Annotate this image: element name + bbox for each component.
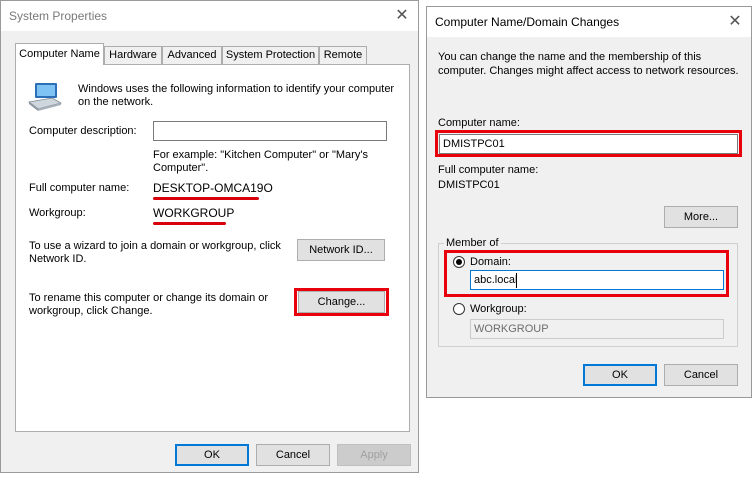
- computer-name-label: Computer name:: [438, 117, 520, 129]
- network-id-button[interactable]: Network ID...: [297, 239, 385, 261]
- description-example-line-1: For example: "Kitchen Computer" or "Mary…: [153, 149, 368, 161]
- full-computer-name-value: DESKTOP-OMCA19O: [153, 181, 273, 195]
- close-icon[interactable]: ✕: [723, 10, 747, 32]
- rename-text-line-1: To rename this computer or change its do…: [29, 292, 269, 304]
- full-computer-name-label: Full computer name:: [438, 164, 539, 176]
- title-bar: System Properties ✕: [1, 1, 418, 31]
- title-bar: Computer Name/Domain Changes ✕: [427, 7, 751, 37]
- full-computer-name-label: Full computer name:: [29, 182, 130, 194]
- tab-remote[interactable]: Remote: [319, 46, 367, 64]
- change-button[interactable]: Change...: [298, 291, 385, 313]
- full-computer-name-value: DMISTPC01: [438, 179, 500, 191]
- intro-text-line-1: Windows uses the following information t…: [78, 83, 395, 95]
- ok-button[interactable]: OK: [583, 364, 657, 386]
- tab-hardware[interactable]: Hardware: [104, 46, 162, 64]
- workgroup-radio[interactable]: [453, 303, 465, 315]
- computer-name-input[interactable]: DMISTPC01: [439, 134, 738, 154]
- rename-text-line-2: workgroup, click Change.: [29, 305, 153, 317]
- computer-name-panel: Windows uses the following information t…: [15, 64, 410, 432]
- wizard-text-line-1: To use a wizard to join a domain or work…: [29, 240, 281, 252]
- domain-radio[interactable]: [453, 256, 465, 268]
- computer-icon: [28, 83, 62, 111]
- workgroup-input[interactable]: WORKGROUP: [470, 319, 724, 339]
- workgroup-label: Workgroup:: [470, 303, 527, 315]
- workgroup-underline: [153, 222, 226, 225]
- tab-advanced[interactable]: Advanced: [162, 46, 222, 64]
- apply-button[interactable]: Apply: [337, 444, 411, 466]
- wizard-text-line-2: Network ID.: [29, 253, 87, 265]
- dialog-title: System Properties: [9, 9, 108, 23]
- full-name-underline: [153, 197, 259, 200]
- intro-text-line-2: on the network.: [78, 96, 154, 108]
- computer-name-domain-changes-dialog: Computer Name/Domain Changes ✕ You can c…: [426, 6, 752, 398]
- text-caret: [516, 273, 517, 288]
- ok-button[interactable]: OK: [175, 444, 249, 466]
- computer-description-input[interactable]: [153, 121, 387, 141]
- domain-label: Domain:: [470, 256, 511, 268]
- more-button[interactable]: More...: [664, 206, 738, 228]
- domain-input[interactable]: abc.local: [470, 270, 724, 290]
- tab-computer-name[interactable]: Computer Name: [15, 43, 104, 65]
- computer-description-label: Computer description:: [29, 125, 137, 137]
- workgroup-value: WORKGROUP: [153, 206, 235, 220]
- cancel-button[interactable]: Cancel: [664, 364, 738, 386]
- member-of-label: Member of: [444, 237, 501, 250]
- workgroup-label: Workgroup:: [29, 207, 86, 219]
- cancel-button[interactable]: Cancel: [256, 444, 330, 466]
- radio-selected-dot: [456, 259, 462, 265]
- system-properties-dialog: System Properties ✕ Computer Name Hardwa…: [0, 0, 419, 473]
- close-icon[interactable]: ✕: [390, 4, 414, 26]
- intro-text-line-2: computer. Changes might affect access to…: [438, 65, 739, 77]
- dialog-title: Computer Name/Domain Changes: [435, 15, 620, 29]
- intro-text-line-1: You can change the name and the membersh…: [438, 51, 702, 63]
- description-example-line-2: Computer".: [153, 162, 209, 174]
- tab-system-protection[interactable]: System Protection: [222, 46, 319, 64]
